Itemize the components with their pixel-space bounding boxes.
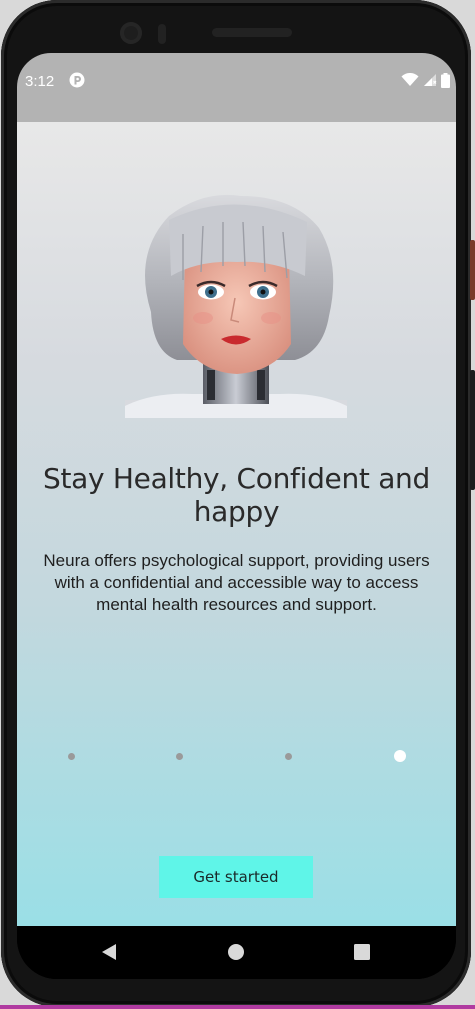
wifi-icon [401,73,419,86]
system-navigation-bar [17,926,456,979]
onboarding-page: Stay Healthy, Confident and happy Neura … [17,122,456,926]
get-started-button[interactable]: Get started [159,856,313,898]
battery-icon [441,72,450,88]
robot-woman-illustration [125,194,347,418]
window-bottom-edge [0,1005,475,1009]
page-indicator-dot-3[interactable] [285,753,292,760]
status-bar: 3:12 [17,53,456,122]
proximity-sensor [158,24,166,44]
status-icons [401,71,450,89]
device-frame: 3:12 Stay Healthy, Confident and happy N… [0,0,475,1009]
front-camera-icon [120,22,142,44]
page-indicator-dot-4-active[interactable] [394,750,406,762]
back-triangle-icon[interactable] [99,942,119,962]
recents-square-icon[interactable] [352,942,372,962]
page-indicator-dot-2[interactable] [176,753,183,760]
onboarding-title: Stay Healthy, Confident and happy [43,462,430,528]
cell-signal-icon [424,74,437,86]
screen: 3:12 Stay Healthy, Confident and happy N… [17,53,456,979]
home-circle-icon[interactable] [226,942,246,962]
onboarding-description: Neura offers psychological support, prov… [43,551,430,614]
page-indicator-dot-1[interactable] [68,753,75,760]
power-button [470,240,475,300]
app-notification-icon [69,72,85,88]
earpiece-speaker [212,28,292,37]
status-time: 3:12 [25,73,55,90]
volume-rocker [470,370,475,490]
